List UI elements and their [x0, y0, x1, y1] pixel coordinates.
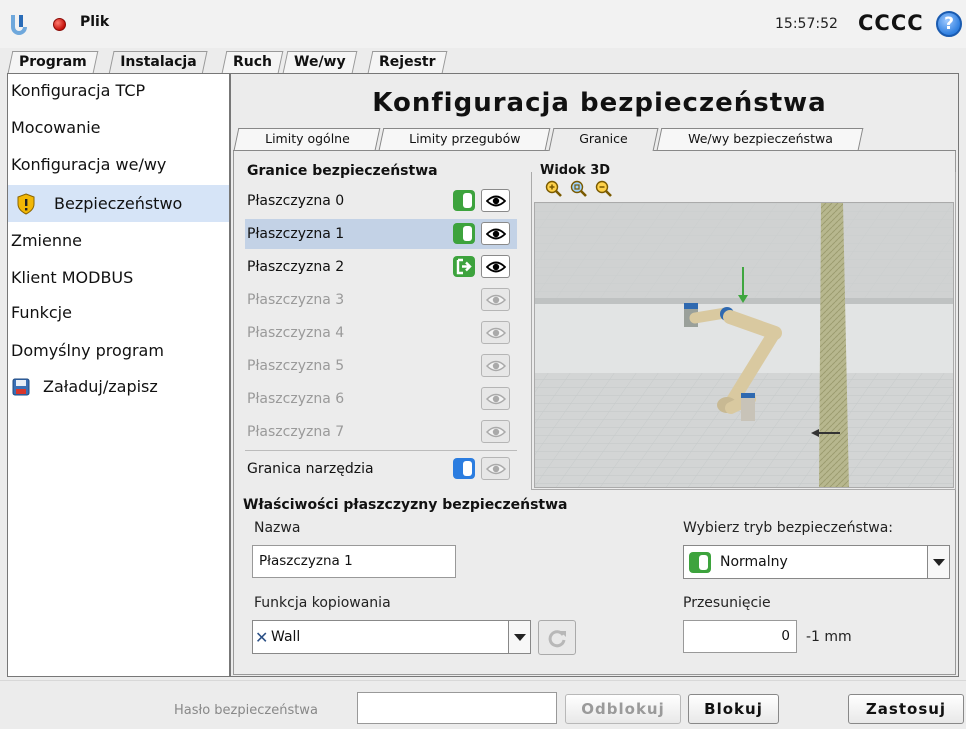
plane-row-6[interactable]: Płaszczyzna 6 — [245, 384, 517, 414]
robot-name: CCCC — [858, 11, 924, 35]
safety-mode-label: Wybierz tryb bezpieczeństwa: — [683, 520, 893, 536]
sidebar-item-features[interactable]: Funkcje — [8, 296, 229, 330]
plane-visibility-eye-icon[interactable] — [481, 255, 510, 278]
tab-log[interactable]: Rejestr — [367, 51, 447, 73]
sidebar-item-load-save[interactable]: Załaduj/zapisz — [8, 370, 229, 404]
subtab-joint-limits[interactable]: Limity przegubów — [378, 128, 551, 150]
zoom-out-icon[interactable] — [595, 180, 613, 198]
plane-properties-title: Właściwości płaszczyzny bezpieczeństwa — [243, 497, 568, 513]
installation-sidebar: Konfiguracja TCP Mocowanie Konfiguracja … — [7, 73, 230, 677]
boundaries-title: Granice bezpieczeństwa — [247, 163, 438, 179]
tool-boundary-row[interactable]: Granica narzędzia — [245, 454, 517, 484]
normal-mode-icon — [689, 552, 711, 573]
clock: 15:57:52 — [775, 16, 838, 32]
sidebar-item-io-setup[interactable]: Konfiguracja we/wy — [8, 148, 229, 182]
sidebar-item-default-program[interactable]: Domyślny program — [8, 334, 229, 368]
plane-visibility-eye-icon[interactable] — [481, 288, 510, 311]
plane-row-0[interactable]: Płaszczyzna 0 — [245, 186, 517, 216]
shield-warning-icon — [17, 193, 35, 215]
plane-label: Płaszczyzna 4 — [247, 325, 345, 341]
floppy-disk-icon — [12, 378, 30, 396]
tab-io[interactable]: We/wy — [282, 51, 357, 73]
view3d-title: Widok 3D — [537, 163, 614, 178]
copy-feature-label: Funkcja kopiowania — [254, 595, 391, 611]
plane-label: Płaszczyzna 0 — [247, 193, 345, 209]
unlock-button[interactable]: Odblokuj — [565, 694, 681, 724]
plane-row-5[interactable]: Płaszczyzna 5 — [245, 351, 517, 381]
file-menu[interactable]: Plik — [80, 14, 109, 30]
ur-logo-icon — [11, 15, 27, 35]
plane-row-7[interactable]: Płaszczyzna 7 — [245, 417, 517, 447]
copy-feature-button[interactable] — [538, 620, 576, 655]
robot-status-icon[interactable] — [53, 18, 66, 31]
subtab-general-limits[interactable]: Limity ogólne — [233, 128, 381, 150]
divider — [245, 450, 517, 451]
subtab-safety-io[interactable]: We/wy bezpieczeństwa — [656, 128, 864, 150]
plane-row-2[interactable]: Płaszczyzna 2 — [245, 252, 517, 282]
plane-reduced-mode-icon[interactable] — [453, 256, 475, 277]
plane-mode-toggle-icon[interactable] — [453, 190, 475, 211]
sidebar-item-label: Bezpieczeństwo — [54, 194, 183, 213]
tab-move[interactable]: Ruch — [221, 51, 284, 73]
lock-button[interactable]: Blokuj — [688, 694, 779, 724]
plane-label: Płaszczyzna 1 — [247, 226, 345, 242]
page-title: Konfiguracja bezpieczeństwa — [372, 88, 827, 118]
plane-visibility-eye-icon[interactable] — [481, 321, 510, 344]
plane-mode-toggle-icon[interactable] — [453, 223, 475, 244]
tool-boundary-label: Granica narzędzia — [247, 461, 374, 477]
plane-visibility-eye-icon[interactable] — [481, 222, 510, 245]
offset-label: Przesunięcie — [683, 595, 771, 611]
safety-mode-value: Normalny — [720, 554, 788, 570]
offset-unit: -1 mm — [806, 629, 852, 645]
safety-password-label: Hasło bezpieczeństwa — [174, 703, 318, 718]
view3d-canvas[interactable] — [534, 202, 954, 488]
safety-password-input[interactable] — [357, 692, 557, 724]
plane-visibility-eye-icon[interactable] — [481, 387, 510, 410]
tab-program[interactable]: Program — [7, 51, 99, 73]
chevron-down-icon[interactable] — [508, 621, 530, 653]
tool-boundary-toggle-icon[interactable] — [453, 458, 475, 479]
feature-x-icon: ✕ — [255, 628, 269, 647]
plane-label: Płaszczyzna 2 — [247, 259, 345, 275]
tab-installation[interactable]: Instalacja — [108, 51, 209, 75]
plane-row-3[interactable]: Płaszczyzna 3 — [245, 285, 517, 315]
plane-name-input[interactable]: Płaszczyzna 1 — [252, 545, 456, 578]
chevron-down-icon[interactable] — [927, 546, 949, 578]
sidebar-item-label: Załaduj/zapisz — [43, 377, 158, 396]
plane-visibility-eye-icon[interactable] — [481, 354, 510, 377]
plane-label: Płaszczyzna 6 — [247, 391, 345, 407]
robot-3d-scene — [535, 203, 953, 487]
sidebar-item-safety[interactable]: Bezpieczeństwo — [8, 185, 229, 222]
plane-visibility-eye-icon[interactable] — [481, 420, 510, 443]
refresh-icon — [548, 630, 566, 648]
name-label: Nazwa — [254, 520, 301, 536]
offset-input[interactable]: 0 — [683, 620, 797, 653]
copy-feature-value: Wall — [271, 629, 301, 645]
sidebar-item-modbus[interactable]: Klient MODBUS — [8, 261, 229, 295]
copy-feature-select[interactable]: ✕ Wall — [252, 620, 531, 654]
plane-row-4[interactable]: Płaszczyzna 4 — [245, 318, 517, 348]
safety-mode-select[interactable]: Normalny — [683, 545, 950, 579]
tool-visibility-eye-icon[interactable] — [481, 457, 510, 480]
apply-button[interactable]: Zastosuj — [848, 694, 964, 724]
sidebar-item-variables[interactable]: Zmienne — [8, 224, 229, 258]
plane-label: Płaszczyzna 7 — [247, 424, 345, 440]
subtab-boundaries[interactable]: Granice — [548, 128, 659, 151]
plane-label: Płaszczyzna 5 — [247, 358, 345, 374]
help-icon[interactable]: ? — [936, 11, 962, 37]
zoom-fit-icon[interactable] — [570, 180, 588, 198]
zoom-in-icon[interactable] — [545, 180, 563, 198]
plane-label: Płaszczyzna 3 — [247, 292, 345, 308]
plane-row-1[interactable]: Płaszczyzna 1 — [245, 219, 517, 249]
plane-visibility-eye-icon[interactable] — [481, 189, 510, 212]
